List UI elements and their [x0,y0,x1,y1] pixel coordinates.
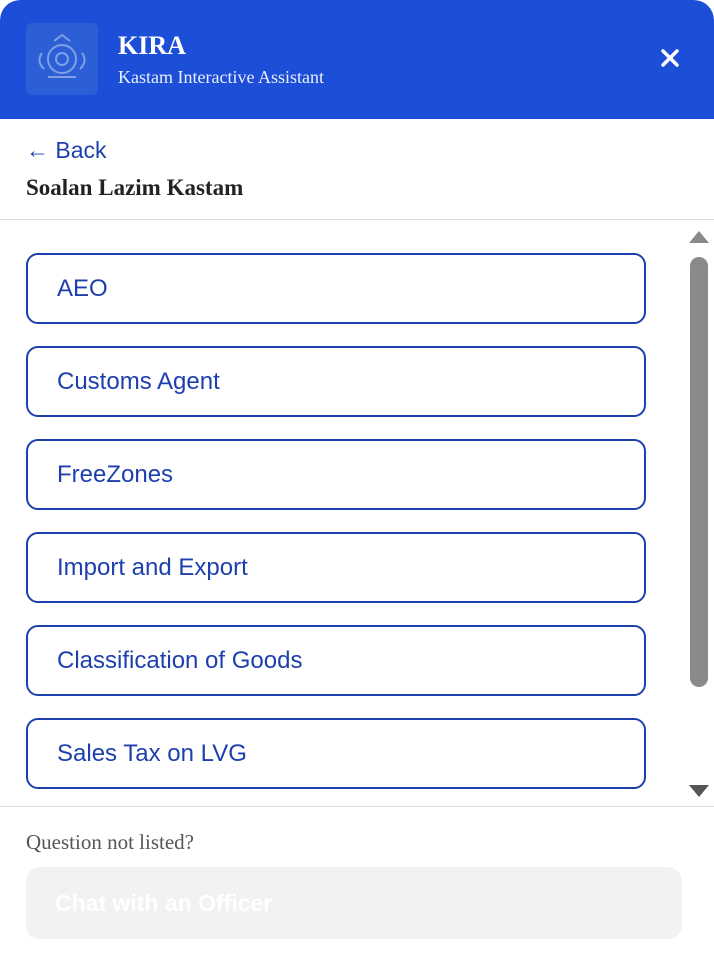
topic-button-freezones[interactable]: FreeZones [26,439,646,510]
topic-button-customs-agent[interactable]: Customs Agent [26,346,646,417]
topic-list[interactable]: AEO Customs Agent FreeZones Import and E… [0,220,714,806]
chat-widget: KIRA Kastam Interactive Assistant ← Back… [0,0,714,956]
close-icon [661,49,679,67]
app-subtitle: Kastam Interactive Assistant [118,67,324,87]
scrollbar-thumb[interactable] [690,257,708,687]
close-button[interactable] [652,40,688,76]
divider [0,806,714,807]
app-title: KIRA [118,31,186,60]
scroll-up-arrow-icon[interactable] [689,231,709,243]
widget-header: KIRA Kastam Interactive Assistant [0,0,714,119]
section-title: Soalan Lazim Kastam [26,175,244,200]
customs-crest-icon [26,23,98,95]
back-link[interactable]: ← Back [26,136,107,164]
topic-button-aeo[interactable]: AEO [26,253,646,324]
topic-button-sales-tax-lvg[interactable]: Sales Tax on LVG [26,718,646,789]
question-not-listed-text: Question not listed? [26,830,194,854]
chat-with-officer-button[interactable]: Chat with an Officer [26,867,682,939]
topic-button-classification[interactable]: Classification of Goods [26,625,646,696]
topic-button-import-export[interactable]: Import and Export [26,532,646,603]
scroll-down-arrow-icon[interactable] [689,785,709,797]
